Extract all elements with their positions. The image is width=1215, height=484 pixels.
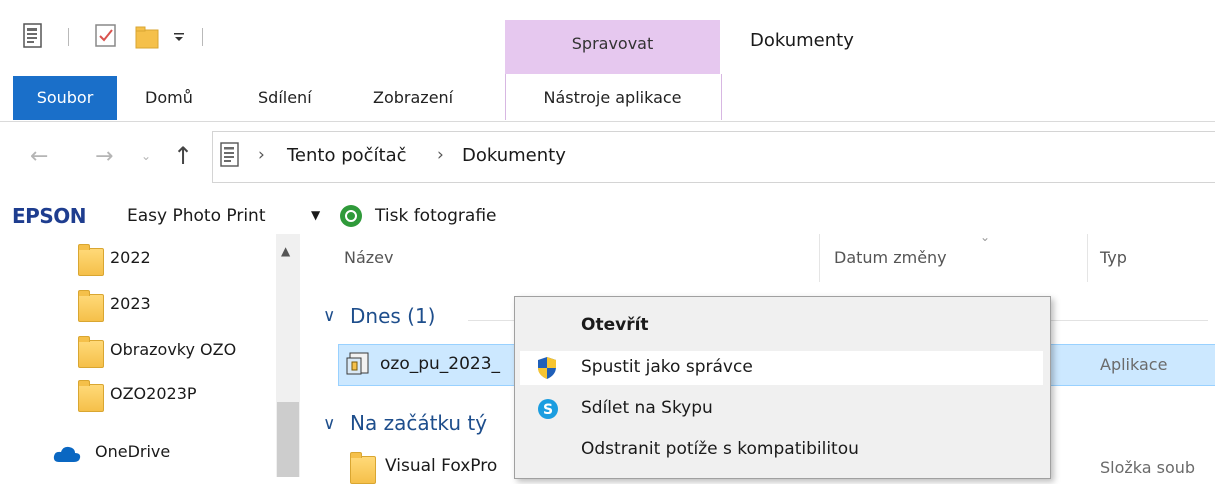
- nav-item-label: 2023: [110, 294, 151, 313]
- breadcrumb-separator: ›: [258, 145, 265, 165]
- folder-icon: [78, 244, 104, 276]
- tab-zobrazeni[interactable]: Zobrazení: [373, 76, 453, 120]
- cloud-icon: [53, 446, 81, 462]
- skype-icon: S: [538, 399, 558, 419]
- tab-sdileni[interactable]: Sdílení: [258, 76, 312, 120]
- nav-item-label: OZO2023P: [110, 384, 197, 403]
- up-arrow-icon[interactable]: ↑: [173, 142, 193, 170]
- column-header-datum-zmeny[interactable]: Datum změny: [834, 248, 947, 267]
- scroll-up-arrow-icon[interactable]: ▲: [281, 244, 290, 258]
- nav-item[interactable]: 2023: [0, 286, 280, 326]
- application-icon: [346, 352, 369, 375]
- nav-item-label: OneDrive: [95, 442, 171, 461]
- column-header-nazev[interactable]: Název: [344, 248, 393, 267]
- svg-text:S: S: [543, 402, 553, 418]
- column-divider: [819, 234, 820, 282]
- folder-icon: [78, 290, 104, 322]
- group-collapse-chevron-icon[interactable]: ∨: [323, 306, 335, 326]
- nav-item-label: 2022: [110, 248, 151, 267]
- ribbon-tabs: Soubor Domů Sdílení Zobrazení Nástroje a…: [0, 74, 1215, 122]
- title-bar: Spravovat Dokumenty: [0, 0, 1215, 75]
- epson-logo: EPSON: [12, 204, 86, 228]
- properties-icon[interactable]: [22, 22, 44, 50]
- epson-toolbar: EPSON Easy Photo Print ▼ Tisk fotografie: [0, 196, 1215, 234]
- menu-item-share-skype-label: Sdílet na Skypu: [581, 398, 713, 418]
- contextual-group-label: Spravovat: [571, 34, 654, 53]
- navigation-row: ← → ⌄ ↑ › Tento počítač › Dokumenty: [0, 122, 1215, 194]
- menu-item-run-as-admin-label: Spustit jako správce: [581, 357, 753, 377]
- new-folder-icon[interactable]: [134, 22, 160, 50]
- file-type: Aplikace: [1100, 355, 1168, 374]
- qat-separator: [68, 28, 69, 46]
- undo-check-icon[interactable]: [93, 22, 119, 50]
- dropdown-arrow-icon[interactable]: ▼: [311, 208, 320, 222]
- nav-item[interactable]: 2022: [0, 240, 280, 280]
- folder-icon: [78, 336, 104, 368]
- forward-arrow-icon[interactable]: →: [95, 144, 113, 169]
- breadcrumb-tento-pocitac[interactable]: Tento počítač: [287, 145, 407, 166]
- recent-locations-chevron-icon[interactable]: ⌄: [141, 149, 151, 163]
- nav-item-label: Obrazovky OZO: [110, 340, 237, 359]
- customize-qat-icon[interactable]: [172, 22, 186, 50]
- column-divider: [1087, 234, 1088, 282]
- tab-soubor-label: Soubor: [36, 88, 94, 107]
- nav-scrollbar-thumb[interactable]: [277, 402, 299, 477]
- breadcrumb-separator: ›: [437, 145, 444, 165]
- folder-icon: [78, 380, 104, 412]
- group-header-earlier-this-week[interactable]: Na začátku tý: [350, 411, 487, 435]
- nav-item[interactable]: OZO2023P: [0, 376, 280, 416]
- group-collapse-chevron-icon[interactable]: ∨: [323, 414, 335, 434]
- sort-indicator-icon: ⌄: [980, 230, 991, 244]
- easy-photo-print-dropdown[interactable]: Easy Photo Print: [127, 206, 265, 226]
- menu-item-troubleshoot-compatibility-label: Odstranit potíže s kompatibilitou: [581, 439, 859, 459]
- uac-shield-icon: [538, 357, 556, 379]
- print-photo-icon: [340, 205, 362, 227]
- tab-nastroje-aplikace[interactable]: Nástroje aplikace: [505, 76, 720, 120]
- window-title: Dokumenty: [750, 30, 854, 51]
- tisk-fotografie-button[interactable]: Tisk fotografie: [375, 206, 497, 226]
- column-header-typ[interactable]: Typ: [1100, 248, 1127, 267]
- back-arrow-icon[interactable]: ←: [30, 144, 48, 169]
- qat-separator: [202, 28, 203, 46]
- file-type: Složka soub: [1100, 458, 1196, 477]
- file-name: ozo_pu_2023_: [380, 354, 501, 374]
- file-name: Visual FoxPro: [385, 456, 498, 476]
- documents-location-icon: [220, 142, 239, 167]
- group-header-today[interactable]: Dnes (1): [350, 304, 436, 328]
- folder-icon: [350, 452, 376, 484]
- nav-item[interactable]: Obrazovky OZO: [0, 332, 280, 372]
- nav-item[interactable]: OneDrive: [0, 436, 280, 472]
- tab-domu[interactable]: Domů: [145, 76, 193, 120]
- breadcrumb-dokumenty[interactable]: Dokumenty: [462, 145, 566, 166]
- navigation-pane[interactable]: 2022 2023 Obrazovky OZO OZO2023P OneDriv…: [0, 234, 300, 477]
- menu-item-open-label: Otevřít: [581, 315, 649, 335]
